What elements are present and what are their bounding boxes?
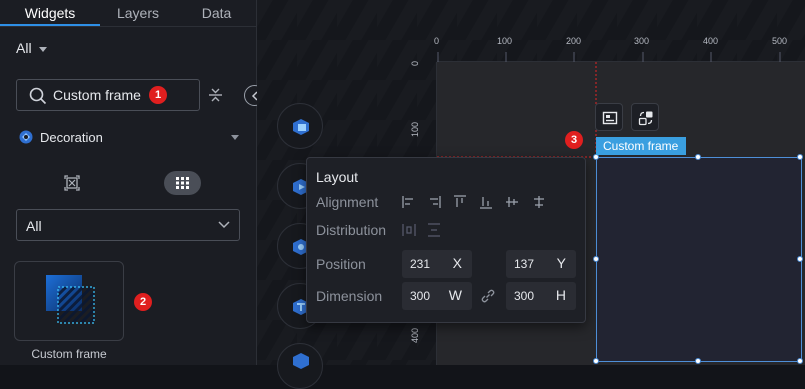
caret-down-icon <box>231 135 239 140</box>
custom-frame-element[interactable] <box>596 157 802 362</box>
category-label: Decoration <box>40 130 103 145</box>
distribute-horizontal-icon <box>402 224 416 236</box>
ruler-tick-label: 100 <box>410 121 420 137</box>
layout-title: Layout <box>316 169 359 185</box>
align-top-icon <box>454 195 466 207</box>
dimension-label: Dimension <box>316 288 383 304</box>
ruler-tick-label: 0 <box>434 36 440 46</box>
position-x-value[interactable]: 231 <box>410 257 430 271</box>
align-center-h-icon <box>534 196 544 208</box>
custom-frame-widget-icon <box>46 275 95 324</box>
widget-filter-label: All <box>16 40 32 56</box>
chevron-down-icon <box>218 221 230 229</box>
decoration-icon <box>19 130 33 144</box>
position-y-field[interactable]: 137 Y <box>506 250 576 278</box>
chart-widget-icon <box>293 353 309 369</box>
step-badge-2: 2 <box>134 293 152 311</box>
dimension-w-unit: W <box>448 287 462 303</box>
type-select-value: All <box>26 218 42 234</box>
dimension-h-unit: H <box>555 287 566 303</box>
position-x-field[interactable]: 231 X <box>402 250 472 278</box>
dock-button-1[interactable] <box>277 103 323 149</box>
compress-icon[interactable] <box>207 87 224 103</box>
step-badge-3: 3 <box>565 131 583 149</box>
tabbar-divider <box>0 26 257 27</box>
widget-card-label: Custom frame <box>31 347 107 361</box>
layout-popover: Layout Alignment Distribution Position 2… <box>306 157 586 323</box>
alignment-label: Alignment <box>316 194 379 210</box>
widget-card-custom-frame[interactable] <box>14 261 124 341</box>
image-icon <box>602 111 618 125</box>
ruler-tick-label: 0 <box>410 60 420 66</box>
dock-button-5[interactable] <box>277 343 323 389</box>
tab-layers[interactable]: Layers <box>100 0 176 26</box>
resize-handle-e[interactable] <box>797 256 803 262</box>
resize-handle-s[interactable] <box>695 358 701 364</box>
ruler-tick-label: 400 <box>410 327 420 343</box>
search-icon <box>29 87 47 105</box>
align-right-icon <box>430 196 441 208</box>
ruler-tick-label: 100 <box>497 36 513 46</box>
step-badge-1: 1 <box>149 86 167 104</box>
replace-image-button[interactable] <box>595 103 623 131</box>
ruler-tick-label: 500 <box>772 36 788 46</box>
active-tab-indicator <box>0 24 100 26</box>
position-label: Position <box>316 256 366 272</box>
dimension-h-field[interactable]: 300 H <box>506 282 576 310</box>
ruler-tick-label: 200 <box>566 36 582 46</box>
search-input[interactable]: Custom frame <box>53 87 141 103</box>
type-select[interactable]: All <box>16 209 240 241</box>
resize-handle-sw[interactable] <box>593 358 599 364</box>
position-x-unit: X <box>452 255 462 271</box>
tab-widgets[interactable]: Widgets <box>0 0 100 26</box>
caret-down-icon <box>39 46 48 52</box>
grid-view-icon[interactable] <box>64 175 80 191</box>
swap-icon <box>638 111 653 126</box>
swap-widget-button[interactable] <box>631 103 659 131</box>
selected-element-tag: Custom frame <box>596 137 686 155</box>
position-y-value[interactable]: 137 <box>514 257 534 271</box>
distribution-label: Distribution <box>316 222 387 238</box>
resize-handle-n[interactable] <box>695 154 701 160</box>
ruler-tick-label: 400 <box>703 36 719 46</box>
align-left-icon <box>402 196 413 208</box>
dimension-w-field[interactable]: 300 W <box>402 282 472 310</box>
resize-handle-ne[interactable] <box>797 154 803 160</box>
align-bottom-icon <box>480 197 492 209</box>
list-view-toggle[interactable] <box>164 171 201 195</box>
horizontal-ruler-ticks <box>437 52 781 62</box>
alignment-buttons <box>402 195 544 209</box>
widget-filter-dropdown[interactable]: All <box>16 40 48 56</box>
link-aspect-icon[interactable] <box>480 288 496 304</box>
distribution-buttons <box>402 223 440 237</box>
resize-handle-w[interactable] <box>593 256 599 262</box>
position-y-unit: Y <box>556 255 566 271</box>
dimension-w-value[interactable]: 300 <box>410 289 430 303</box>
resize-handle-se[interactable] <box>797 358 803 364</box>
dimension-h-value[interactable]: 300 <box>514 289 534 303</box>
position-guides <box>437 62 597 158</box>
dots-grid-icon <box>176 177 189 189</box>
ruler-tick-label: 300 <box>634 36 650 46</box>
decoration-widget-icon <box>293 119 309 135</box>
align-center-v-icon <box>506 197 518 207</box>
widget-search-field[interactable]: Custom frame <box>16 79 200 111</box>
distribute-vertical-icon <box>428 223 440 237</box>
tab-data[interactable]: Data <box>176 0 257 26</box>
